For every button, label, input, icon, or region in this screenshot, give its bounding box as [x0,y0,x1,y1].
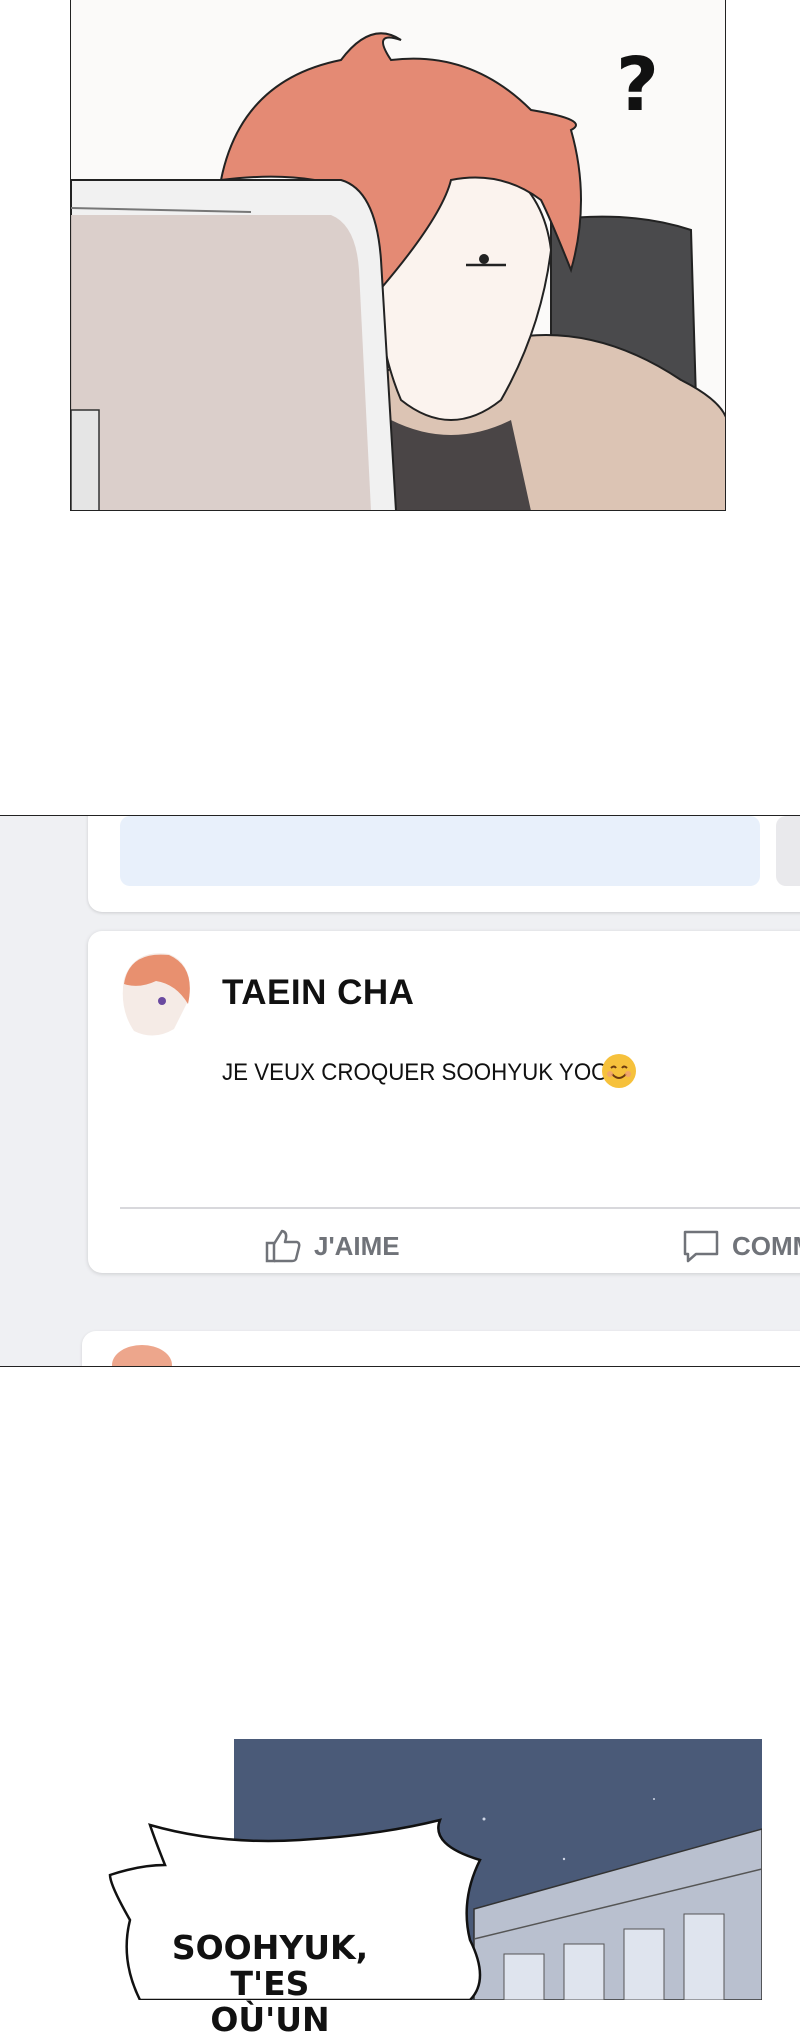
post-text: JE VEUX CROQUER SOOHYUK YOO. [222,1059,615,1086]
comment-label: COMM [732,1230,800,1261]
thumbs-up-icon [265,1229,301,1263]
like-label: J'AIME [314,1230,400,1261]
comic-panel-top: ? [70,0,726,511]
social-feed: TAEIN CHA JE VEUX CROQUER SOOHYUK YOO. J… [0,815,800,1367]
previous-post-content [120,816,760,886]
avatar-image [122,953,190,1036]
speech-bubble-text: SOOHYUK, T'ES OÙ'UN [171,1928,369,2039]
like-button[interactable]: J'AIME [264,1221,400,1271]
next-post-card [82,1331,800,1366]
comment-button[interactable]: COMM [682,1221,800,1271]
divider [120,1207,800,1209]
smiling-face-icon [602,1054,636,1088]
speech-bubble-icon [683,1230,719,1263]
previous-post-side [776,816,800,886]
post-card: TAEIN CHA JE VEUX CROQUER SOOHYUK YOO. J… [88,931,800,1273]
post-author[interactable]: TAEIN CHA [222,973,414,1013]
question-mark-sfx: ? [616,42,659,128]
next-post-avatar [112,1345,172,1366]
avatar[interactable] [114,949,198,1041]
previous-post-card [88,816,800,912]
